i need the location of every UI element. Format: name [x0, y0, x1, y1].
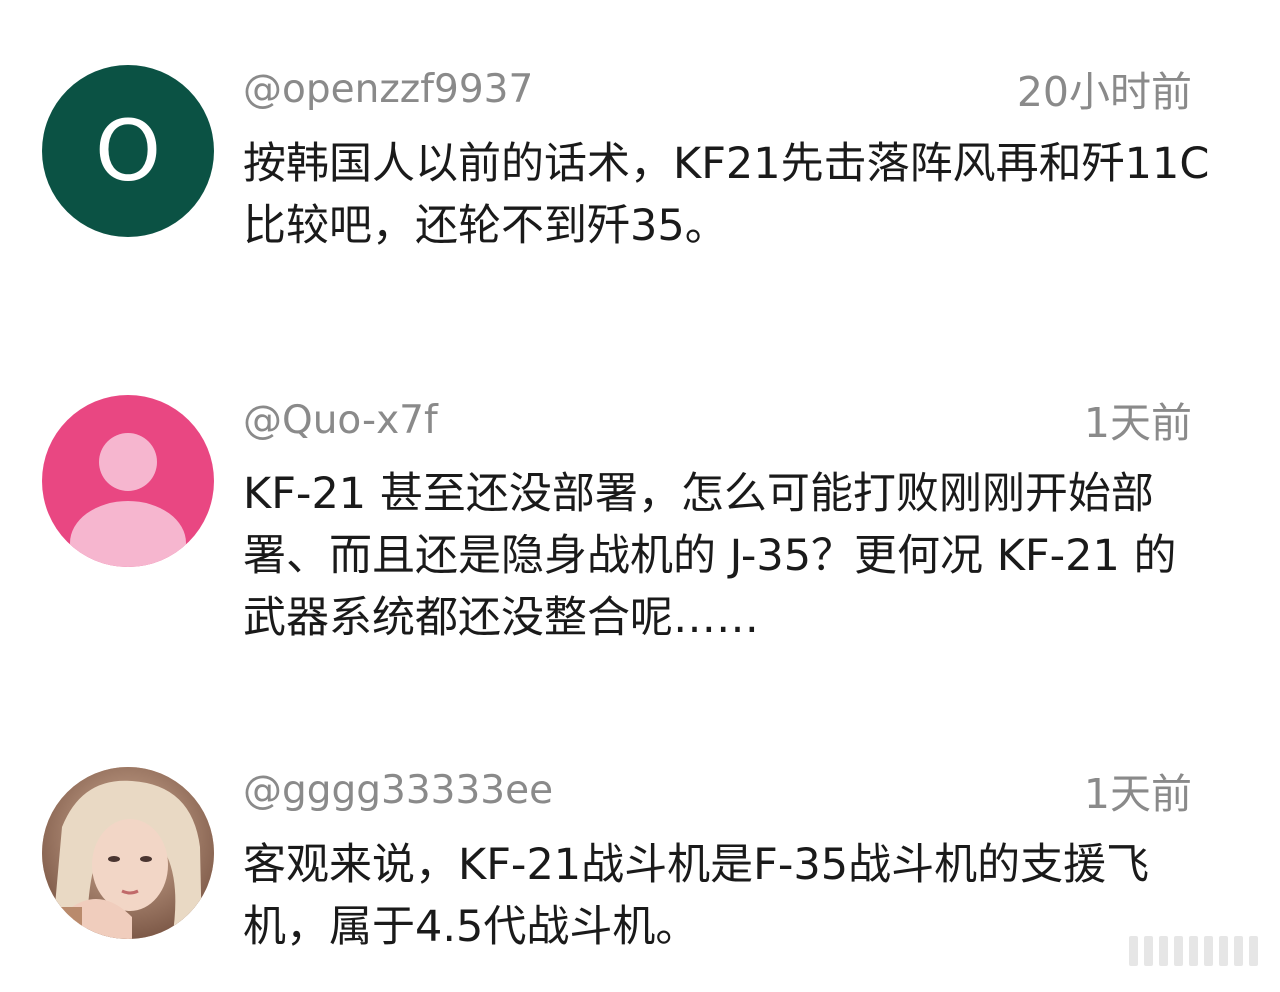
- avatar[interactable]: [42, 767, 214, 939]
- comment-text: 按韩国人以前的话术，KF21先击落阵风再和歼11C比较吧，还轮不到歼35。: [243, 139, 1210, 251]
- comment-username[interactable]: @Quo-x7f: [243, 397, 438, 445]
- comment-username[interactable]: @openzzf9937: [243, 66, 533, 114]
- watermark-logo: [1129, 936, 1258, 966]
- comment-username[interactable]: @gggg33333ee: [243, 767, 553, 815]
- comment-timestamp: 1天前: [1083, 770, 1192, 818]
- comment-timestamp: 20小时前: [1016, 68, 1192, 116]
- person-icon: [70, 433, 186, 567]
- avatar[interactable]: O: [42, 65, 214, 237]
- comment-timestamp: 1天前: [1083, 399, 1192, 447]
- comment-text: 客观来说，KF-21战斗机是F-35战斗机的支援飞机，属于4.5代战斗机。: [243, 840, 1150, 952]
- user-photo-icon: [42, 767, 214, 939]
- comment-text: KF-21 甚至还没部署，怎么可能打败刚刚开始部署、而且还是隐身战机的 J-35…: [243, 469, 1177, 643]
- avatar[interactable]: [42, 395, 214, 567]
- avatar-letter: O: [94, 102, 162, 200]
